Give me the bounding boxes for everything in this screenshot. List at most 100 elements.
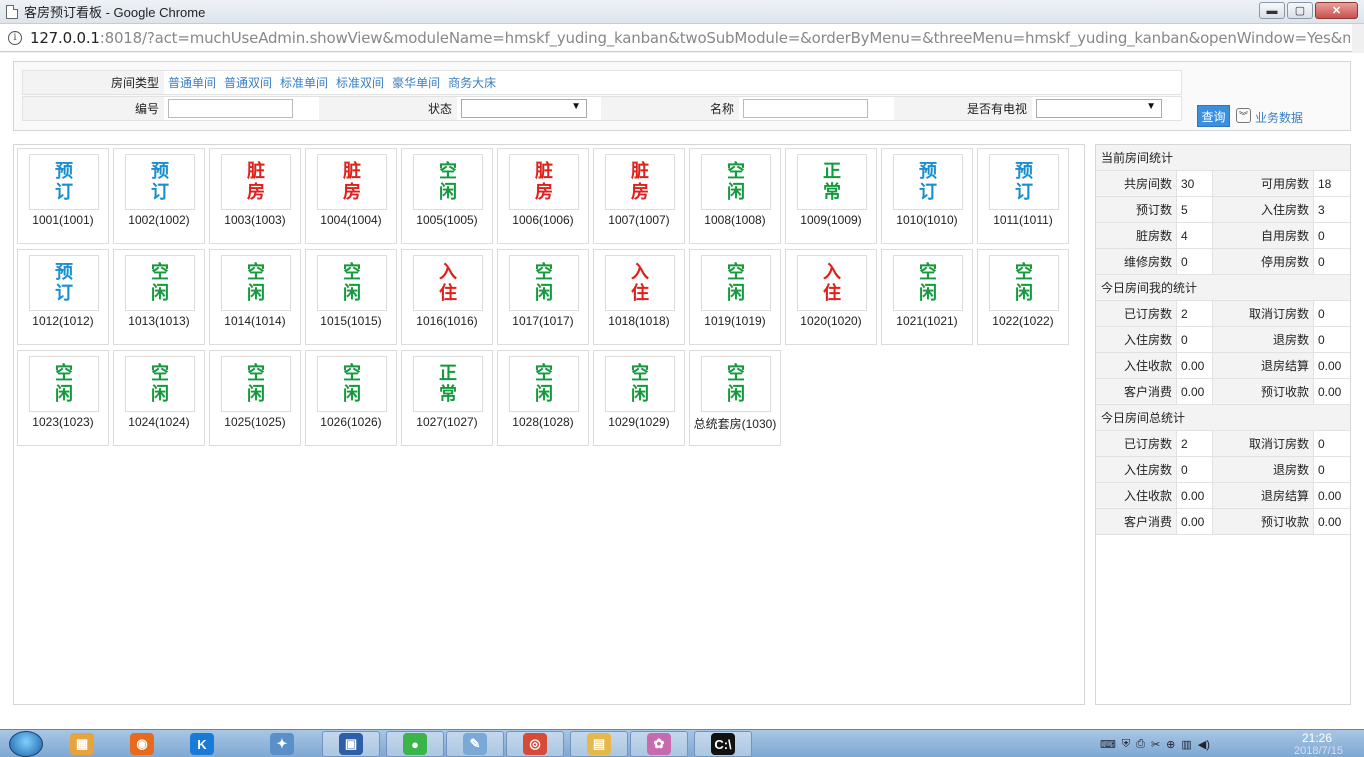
stat-value: 0 [1313,223,1350,248]
taskbar-app[interactable]: ◉ [118,731,166,757]
start-button[interactable] [6,730,46,757]
room-status: 空闲 [221,356,291,412]
taskbar-app[interactable]: ✿ [630,731,688,757]
room-card[interactable]: 预订 1001(1001) [17,148,109,244]
room-status: 空闲 [29,356,99,412]
room-card[interactable]: 空闲 1017(1017) [497,249,589,345]
room-card[interactable]: 空闲 1025(1025) [209,350,301,446]
room-card[interactable]: 预订 1010(1010) [881,148,973,244]
stat-label: 客户消费 [1096,509,1176,534]
stat-value: 4 [1176,223,1213,248]
room-status-char: 闲 [1015,283,1033,304]
taskbar: ▦ ◉ K ✦ ▣ ● ✎ ◎ ▤ ✿ C:\ ⌨ ⛨ ⎙ ✂ ⊕ ▥ ◀) 21:26 2018/… [0,729,1364,757]
room-card[interactable]: 脏房 1003(1003) [209,148,301,244]
room-number: 总统套房(1030) [693,417,777,431]
tool-icon[interactable]: ✂ [1151,738,1160,751]
taskbar-app[interactable]: K [178,731,226,757]
room-card[interactable]: 空闲总统套房(1030) [689,350,781,446]
info-icon[interactable]: i [8,30,22,45]
network-icon[interactable]: ▥ [1181,738,1191,751]
taskbar-app[interactable]: ▣ [322,731,380,757]
taskbar-app[interactable]: ✦ [258,731,306,757]
room-card[interactable]: 空闲 1029(1029) [593,350,685,446]
room-card[interactable]: 预订 1011(1011) [977,148,1069,244]
minimize-button[interactable]: ▬ [1259,2,1285,19]
room-status-char: 闲 [727,283,745,304]
room-status-char: 闲 [55,384,73,405]
tv-select[interactable]: ▼ [1036,99,1162,118]
room-card[interactable]: 预订 1012(1012) [17,249,109,345]
room-type-link[interactable]: 商务大床 [448,74,496,91]
room-status-char: 住 [631,283,649,304]
clock[interactable]: 21:26 2018/7/15 [1294,732,1343,757]
document-icon [6,4,18,19]
rooms-panel: 预订 1001(1001) 预订 1002(1002) 脏房 1003(1003) 脏房 10… [13,144,1085,705]
device-icon[interactable]: ⎙ [1136,738,1145,751]
room-card[interactable]: 空闲 1014(1014) [209,249,301,345]
room-card[interactable]: 入住 1018(1018) [593,249,685,345]
taskbar-app[interactable]: ▦ [58,731,106,757]
room-card[interactable]: 空闲 1026(1026) [305,350,397,446]
room-status-char: 房 [247,182,265,203]
room-card[interactable]: 空闲 1028(1028) [497,350,589,446]
room-status: 脏房 [221,154,291,210]
close-button[interactable]: ✕ [1315,2,1358,19]
room-card[interactable]: 入住 1016(1016) [401,249,493,345]
room-type-link[interactable]: 豪华单间 [392,74,440,91]
stat-value: 0.00 [1176,483,1213,508]
status-select[interactable]: ▼ [461,99,587,118]
room-card[interactable]: 脏房 1007(1007) [593,148,685,244]
room-type-link[interactable]: 普通双间 [224,74,272,91]
room-status: 预订 [893,154,963,210]
room-card[interactable]: 正常 1027(1027) [401,350,493,446]
room-card[interactable]: 空闲 1021(1021) [881,249,973,345]
stat-value: 30 [1176,171,1213,196]
taskbar-app[interactable]: ▤ [570,731,628,757]
taskbar-app[interactable]: ● [386,731,444,757]
room-type-link[interactable]: 标准双间 [336,74,384,91]
room-card[interactable]: 空闲 1008(1008) [689,148,781,244]
room-status-char: 闲 [151,283,169,304]
room-status-char: 闲 [151,384,169,405]
taskbar-app[interactable]: ◎ [506,731,564,757]
room-card[interactable]: 空闲 1019(1019) [689,249,781,345]
maximize-button[interactable]: ▢ [1287,2,1313,19]
wechat-icon: ● [403,733,427,755]
address-bar[interactable]: i 127.0.0.1:8018/?act=muchUseAdmin.showV… [0,24,1364,52]
room-status-char: 空 [919,262,937,283]
keyboard-icon[interactable]: ⌨ [1100,738,1116,751]
room-card[interactable]: 空闲 1022(1022) [977,249,1069,345]
room-status-char: 预 [55,161,73,182]
stat-label: 退房结算 [1213,353,1313,378]
stat-label: 预订收款 [1213,509,1313,534]
expand-icon[interactable]: ︾ [1236,108,1251,123]
room-card[interactable]: 空闲 1005(1005) [401,148,493,244]
room-number: 1011(1011) [993,213,1053,227]
taskbar-app[interactable]: C:\ [694,731,752,757]
room-card[interactable]: 脏房 1004(1004) [305,148,397,244]
room-card[interactable]: 预订 1002(1002) [113,148,205,244]
room-type-link[interactable]: 普通单间 [168,74,216,91]
room-card[interactable]: 入住 1020(1020) [785,249,877,345]
shield-icon[interactable]: ⛨ [1122,738,1130,751]
safari-icon: ✦ [270,733,294,755]
name-input[interactable] [743,99,868,118]
room-card[interactable]: 正常 1009(1009) [785,148,877,244]
room-card[interactable]: 空闲 1013(1013) [113,249,205,345]
room-card[interactable]: 脏房 1006(1006) [497,148,589,244]
business-data-link[interactable]: 业务数据 [1255,109,1303,126]
taskbar-app[interactable]: ✎ [446,731,504,757]
stats-row: 入住收款 0.00 退房结算 0.00 [1096,353,1350,379]
room-card[interactable]: 空闲 1015(1015) [305,249,397,345]
url-text[interactable]: 127.0.0.1:8018/?act=muchUseAdmin.showVie… [30,29,1350,47]
room-card[interactable]: 空闲 1024(1024) [113,350,205,446]
query-button[interactable]: 查询 [1197,105,1230,127]
room-type-link[interactable]: 标准单间 [280,74,328,91]
room-status-char: 空 [247,262,265,283]
room-card[interactable]: 空闲 1023(1023) [17,350,109,446]
room-status: 入住 [413,255,483,311]
number-input[interactable] [168,99,293,118]
plus-icon[interactable]: ⊕ [1166,738,1175,751]
volume-icon[interactable]: ◀) [1198,738,1210,751]
room-status-char: 订 [919,182,937,203]
